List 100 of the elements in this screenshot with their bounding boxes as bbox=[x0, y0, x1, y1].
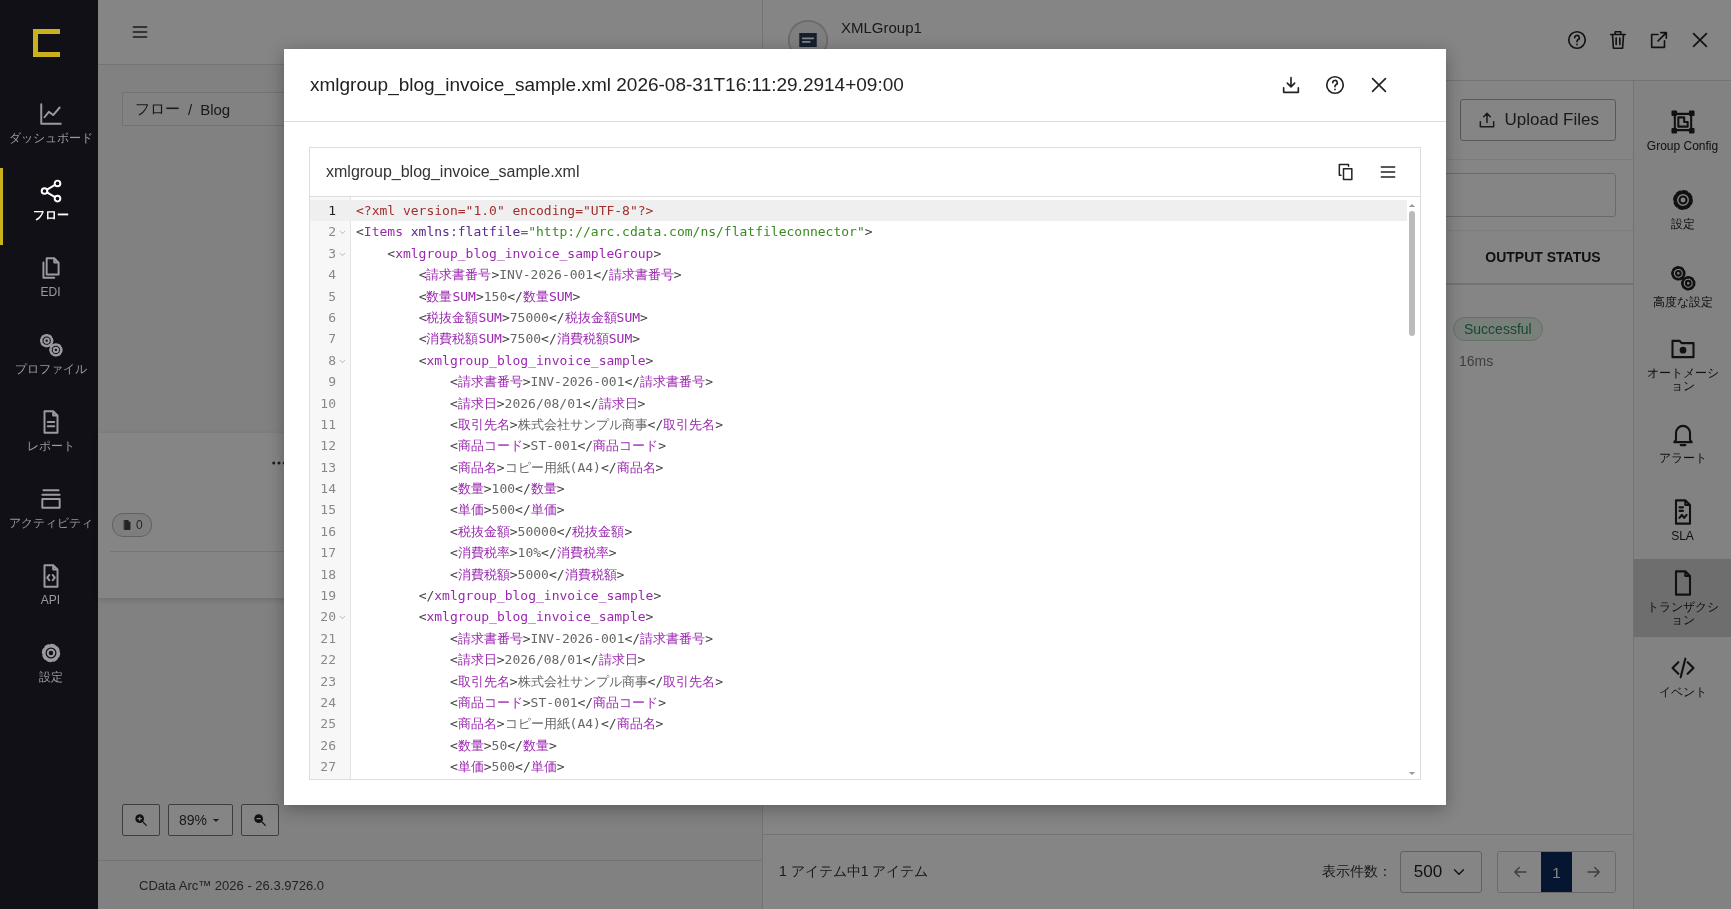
duration-text: 16ms bbox=[1458, 353, 1494, 369]
gears-icon bbox=[1668, 263, 1697, 292]
code-line: <数量>50</数量> bbox=[448, 736, 557, 755]
line-number: 27 bbox=[320, 758, 336, 777]
status-badge: Successful bbox=[1453, 317, 1543, 341]
side-panel-item[interactable]: SLA bbox=[1634, 481, 1731, 559]
code-line: <取引先名>株式会社サンプル商事</取引先名> bbox=[448, 415, 724, 434]
line-number: 20 bbox=[320, 608, 336, 627]
line-number: 9 bbox=[328, 373, 336, 392]
zoom-dropdown[interactable]: 89% bbox=[168, 804, 234, 836]
line-number: 23 bbox=[320, 672, 336, 691]
copy-icon[interactable] bbox=[1336, 162, 1356, 182]
line-number: 21 bbox=[320, 629, 336, 648]
side-panel-item[interactable]: 高度な設定 bbox=[1634, 247, 1731, 325]
nav-item[interactable]: 設定 bbox=[0, 630, 98, 707]
line-number: 17 bbox=[320, 544, 336, 563]
code-line: <消費税率>10%</消費税率> bbox=[448, 544, 617, 563]
line-number: 2 bbox=[328, 223, 336, 242]
nav-item[interactable]: レポート bbox=[0, 399, 98, 476]
breadcrumb-link[interactable]: Blog bbox=[200, 100, 231, 118]
code-line: <請求書番号>INV-2026-001</請求書番号> bbox=[448, 373, 713, 392]
breadcrumb-separator: / bbox=[188, 100, 193, 118]
side-panel-item[interactable]: オートメーション bbox=[1634, 325, 1731, 403]
file-count: 0 bbox=[136, 518, 143, 532]
zoom-out-icon bbox=[252, 812, 269, 828]
code-line: <xmlgroup_blog_invoice_sample> bbox=[417, 608, 654, 627]
line-chart-icon bbox=[37, 101, 64, 127]
side-panel-item[interactable]: 設定 bbox=[1634, 169, 1731, 247]
nav-item[interactable]: アクティビティ bbox=[0, 476, 98, 553]
line-number: 16 bbox=[320, 522, 336, 541]
file-icon bbox=[121, 519, 133, 531]
line-number: 11 bbox=[320, 415, 336, 434]
line-number: 19 bbox=[320, 587, 336, 606]
line-number: 24 bbox=[320, 694, 336, 712]
line-number: 25 bbox=[320, 715, 336, 734]
side-panel-item[interactable]: アラート bbox=[1634, 403, 1731, 481]
line-number: 10 bbox=[320, 394, 336, 413]
code-line: <商品名>コピー用紙(A4)</商品名> bbox=[448, 458, 664, 477]
side-panel-item[interactable]: Group Config bbox=[1634, 91, 1731, 169]
code-line: <Items xmlns:flatfile="http://arc.cdata.com/ns/flatfileconnector"> bbox=[355, 223, 873, 242]
zoom-out-button[interactable] bbox=[241, 804, 280, 836]
code-line: <単価>500</単価> bbox=[448, 501, 565, 520]
line-number: 14 bbox=[320, 480, 336, 499]
code-line: <xmlgroup_blog_invoice_sample> bbox=[417, 351, 654, 370]
line-number: 18 bbox=[320, 565, 336, 584]
line-number: 13 bbox=[320, 458, 336, 477]
scroll-up-icon[interactable] bbox=[1408, 203, 1416, 208]
code-line: <商品コード>ST-001</商品コード> bbox=[448, 694, 667, 712]
code-line: <請求書番号>INV-2026-001</請求書番号> bbox=[417, 266, 682, 285]
code-line: <?xml version="1.0" encoding="UTF-8"?> bbox=[355, 202, 654, 220]
zoom-in-button[interactable] bbox=[122, 804, 160, 836]
page-size-label: 表示件数： bbox=[1322, 863, 1392, 881]
page-button[interactable]: 1 bbox=[1541, 852, 1572, 892]
line-number: 8 bbox=[328, 351, 336, 370]
breadcrumb-link[interactable]: フロー bbox=[135, 99, 180, 119]
code-line: <数量>100</数量> bbox=[448, 480, 565, 499]
connector-name: XMLGroup1 bbox=[841, 19, 922, 36]
column-header[interactable]: OUTPUT STATUS bbox=[1453, 249, 1633, 265]
line-number: 26 bbox=[320, 736, 336, 755]
side-panel-item[interactable]: トランザクション bbox=[1634, 559, 1731, 637]
page-size-dropdown[interactable]: 500 bbox=[1400, 851, 1482, 893]
nav-item[interactable]: プロファイル bbox=[0, 322, 98, 399]
gears-icon bbox=[37, 332, 64, 358]
code-line: <請求書番号>INV-2026-001</請求書番号> bbox=[448, 629, 713, 648]
line-number: 15 bbox=[320, 501, 336, 520]
code-line: <請求日>2026/08/01</請求日> bbox=[448, 394, 646, 413]
code-line: <請求日>2026/08/01</請求日> bbox=[448, 651, 646, 670]
item-count-text: 1 アイテム中1 アイテム bbox=[779, 863, 929, 881]
nav-item[interactable]: ダッシュボード bbox=[0, 91, 98, 168]
line-number: 7 bbox=[328, 330, 336, 349]
code-line: <商品コード>ST-001</商品コード> bbox=[448, 437, 667, 456]
delete-icon[interactable] bbox=[1607, 29, 1629, 51]
scroll-down-icon[interactable] bbox=[1408, 771, 1416, 776]
code-line: <消費税額SUM>7500</消費税額SUM> bbox=[417, 330, 641, 349]
line-number: 3 bbox=[328, 244, 336, 263]
line-number: 5 bbox=[328, 287, 336, 306]
line-number: 12 bbox=[320, 437, 336, 456]
zoom-in-icon bbox=[133, 812, 149, 828]
code-line: <xmlgroup_blog_invoice_sampleGroup> bbox=[386, 244, 662, 263]
nav-item[interactable]: EDI bbox=[0, 245, 98, 322]
code-line: <税抜金額>50000</税抜金額> bbox=[448, 522, 633, 541]
code-line: <税抜金額SUM>75000</税抜金額SUM> bbox=[417, 308, 648, 327]
code-line: <数量SUM>150</数量SUM> bbox=[417, 287, 581, 306]
code-line: <消費税額>5000</消費税額> bbox=[448, 565, 625, 584]
code-line: <商品名>コピー用紙(A4)</商品名> bbox=[448, 715, 664, 734]
file-name: xmlgroup_blog_invoice_sample.xml bbox=[326, 163, 580, 181]
side-panel-item[interactable]: イベント bbox=[1634, 637, 1731, 715]
code-line: <単価>500</単価> bbox=[448, 758, 565, 777]
dialog-title: xmlgroup_blog_invoice_sample.xml 2026-08-31T16:11:29.2914+09:00 bbox=[310, 74, 904, 96]
nav-item[interactable]: API bbox=[0, 553, 98, 630]
code-line: </xmlgroup_blog_invoice_sample> bbox=[417, 587, 662, 606]
version-text: CData Arc™ 2026 - 26.3.9726.0 bbox=[139, 877, 324, 893]
upload-files-button[interactable]: Upload Files bbox=[1459, 99, 1616, 141]
help-icon[interactable] bbox=[1324, 74, 1346, 96]
code-line: <取引先名>株式会社サンプル商事</取引先名> bbox=[448, 672, 724, 691]
line-number: 22 bbox=[320, 651, 336, 670]
external-link-icon[interactable] bbox=[1648, 29, 1670, 51]
line-number: 4 bbox=[328, 266, 336, 285]
download-icon[interactable] bbox=[1280, 74, 1302, 96]
frame-icon bbox=[1668, 107, 1697, 136]
